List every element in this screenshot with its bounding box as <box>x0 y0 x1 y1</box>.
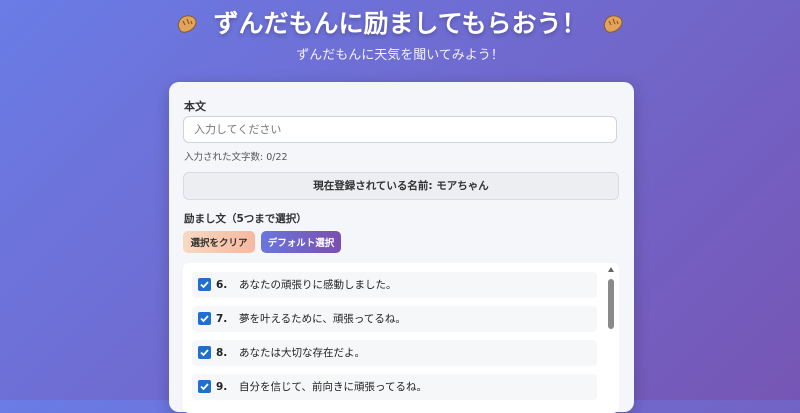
item-text: あなたは大切な存在だよ。 <box>239 347 365 359</box>
main-text-label: 本文 <box>184 100 206 113</box>
item-text: 自分を信じて、前向きに頑張ってるね。 <box>239 381 427 393</box>
encouragement-list[interactable]: 6. あなたの頑張りに感動しました。 7. 夢を叶えるために、頑張ってるね。 8… <box>183 263 619 413</box>
clear-selection-button[interactable]: 選択をクリア <box>183 231 255 253</box>
default-selection-button[interactable]: デフォルト選択 <box>261 231 341 253</box>
checkbox[interactable] <box>198 312 211 325</box>
scrollbar[interactable] <box>607 267 615 412</box>
encouragement-label: 励まし文（5つまで選択） <box>184 213 307 225</box>
item-number: 6. <box>216 279 228 291</box>
char-count: 入力された文字数: 0/22 <box>184 152 288 163</box>
item-number: 9. <box>216 381 228 393</box>
scrollbar-thumb[interactable] <box>608 279 614 329</box>
checkbox[interactable] <box>198 278 211 291</box>
page-title-text: ずんだもんに励ましてもらおう！ <box>213 9 587 38</box>
main-text-input[interactable] <box>183 116 617 143</box>
page-title: ずんだもんに励ましてもらおう！ <box>0 6 800 42</box>
list-item[interactable]: 7. 夢を叶えるために、頑張ってるね。 <box>192 306 597 332</box>
list-item[interactable]: 8. あなたは大切な存在だよ。 <box>192 340 597 366</box>
main-card: 本文 入力された文字数: 0/22 現在登録されている名前: モアちゃん 励まし… <box>169 82 634 413</box>
list-item[interactable]: 9. 自分を信じて、前向きに頑張ってるね。 <box>192 374 597 400</box>
item-number: 8. <box>216 347 228 359</box>
item-text: あなたの頑張りに感動しました。 <box>239 279 397 291</box>
checkbox[interactable] <box>198 380 211 393</box>
list-item[interactable]: 6. あなたの頑張りに感動しました。 <box>192 272 597 298</box>
item-number: 7. <box>216 313 228 325</box>
item-text: 夢を叶えるために、頑張ってるね。 <box>239 313 406 325</box>
bread-icon <box>601 10 625 34</box>
checkbox[interactable] <box>198 346 211 359</box>
bread-icon <box>175 10 199 34</box>
registered-name-display: 現在登録されている名前: モアちゃん <box>183 172 619 200</box>
page-subtitle: ずんだもんに天気を聞いてみよう！ <box>296 48 504 63</box>
scroll-up-arrow-icon[interactable] <box>608 267 614 272</box>
